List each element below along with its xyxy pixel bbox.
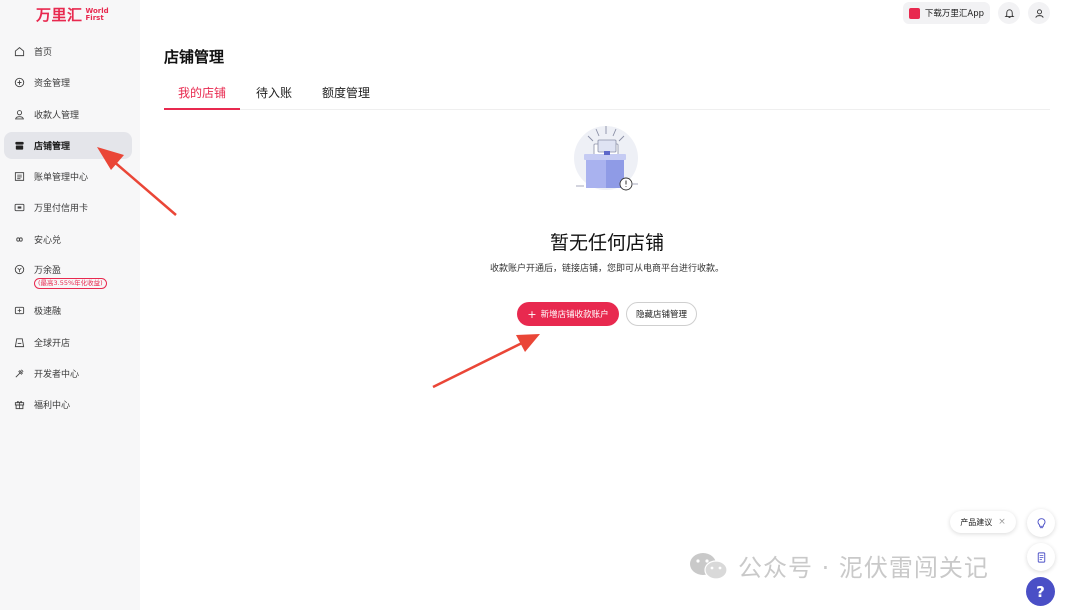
home-icon <box>13 46 25 58</box>
fund-icon <box>13 77 25 89</box>
empty-store-illustration <box>574 126 638 191</box>
tab-quota-management[interactable]: 额度管理 <box>308 84 384 110</box>
sidebar-item-developer[interactable]: 开发者中心 <box>4 360 132 387</box>
document-button[interactable] <box>1027 543 1055 571</box>
notification-button[interactable] <box>998 2 1020 24</box>
sidebar-item-label: 极速融 <box>34 307 62 318</box>
help-button[interactable]: ? <box>1026 577 1055 606</box>
header-actions: 下载万里汇App <box>902 2 1050 24</box>
brand-name-cn: 万里汇 <box>36 6 83 24</box>
sidebar-item-label: 店铺管理 <box>34 141 71 152</box>
wechat-icon <box>690 552 728 580</box>
brand-name-en: World First <box>85 6 109 22</box>
sidebar-item-payees[interactable]: 收款人管理 <box>4 101 132 128</box>
gift-icon <box>13 399 25 411</box>
user-icon <box>1034 8 1044 18</box>
sidebar-item-label: 资金管理 <box>34 79 71 90</box>
bell-icon <box>1004 8 1014 18</box>
sidebar-item-funds[interactable]: 资金管理 <box>4 69 132 96</box>
arrow-to-add-button <box>432 334 540 389</box>
developer-icon <box>13 367 25 379</box>
tab-my-stores[interactable]: 我的店铺 <box>164 84 241 110</box>
sidebar: 万里汇 World First 首页 资金管理 收款人管理 店铺管理 账单管理中… <box>0 0 140 610</box>
global-store-icon <box>13 336 25 348</box>
watermark: 公众号 · 泥伏雷闯关记 <box>688 548 989 583</box>
page-title: 店铺管理 <box>164 48 225 66</box>
hide-store-management-button[interactable]: 隐藏店铺管理 <box>626 302 697 326</box>
sidebar-item-label: 首页 <box>34 48 53 58</box>
sidebar-item-credit-card[interactable]: 万里付信用卡 <box>4 194 132 221</box>
payee-icon <box>13 108 25 120</box>
sidebar-item-label: 全球开店 <box>34 338 71 349</box>
lightbulb-icon <box>1037 517 1045 528</box>
download-app-button[interactable]: 下载万里汇App <box>902 2 990 24</box>
sidebar-item-home[interactable]: 首页 <box>4 38 132 65</box>
download-app-label: 下载万里汇App <box>924 9 984 19</box>
bill-icon <box>13 171 25 183</box>
promo-badge: (最高3.55%年化收益) <box>34 278 107 290</box>
close-icon[interactable]: × <box>998 517 1006 527</box>
feedback-lightbulb-button[interactable] <box>1027 509 1055 537</box>
sidebar-item-fast-finance[interactable]: 极速融 <box>4 297 132 324</box>
sidebar-item-bills[interactable]: 账单管理中心 <box>4 163 132 190</box>
finance-icon <box>13 305 25 317</box>
sidebar-item-benefits[interactable]: 福利中心 <box>4 391 132 418</box>
brand-logo[interactable]: 万里汇 World First <box>36 4 110 25</box>
document-icon <box>1037 551 1045 563</box>
sidebar-item-stores[interactable]: 店铺管理 <box>4 131 132 159</box>
watermark-text: 公众号 · 泥伏雷闯关记 <box>738 554 989 582</box>
store-icon <box>13 139 25 151</box>
user-menu-button[interactable] <box>1028 2 1050 24</box>
product-feedback-pill[interactable]: 产品建议 × <box>950 511 1016 533</box>
tab-bar: 我的店铺 待入账 额度管理 <box>164 84 1050 110</box>
sidebar-item-label: 开发者中心 <box>34 369 80 380</box>
tab-pending-credit[interactable]: 待入账 <box>242 84 306 110</box>
product-feedback-label: 产品建议 <box>960 517 993 527</box>
sidebar-item-label: 账单管理中心 <box>34 173 89 184</box>
card-icon <box>13 202 25 214</box>
empty-state-description: 收款账户开通后，链接店铺，您即可从电商平台进行收款。 <box>489 264 724 274</box>
add-store-account-button[interactable]: + 新增店铺收款账户 <box>517 302 619 326</box>
app-logo-icon <box>908 7 920 19</box>
sidebar-item-label: 万里付信用卡 <box>34 204 89 215</box>
plus-icon: + <box>527 307 537 321</box>
sidebar-item-label: 福利中心 <box>34 401 71 412</box>
add-store-account-label: 新增店铺收款账户 <box>540 310 609 320</box>
sidebar-item-global-store[interactable]: 全球开店 <box>4 329 132 356</box>
empty-state-title: 暂无任何店铺 <box>549 232 664 254</box>
sidebar-item-label: 收款人管理 <box>34 110 80 121</box>
